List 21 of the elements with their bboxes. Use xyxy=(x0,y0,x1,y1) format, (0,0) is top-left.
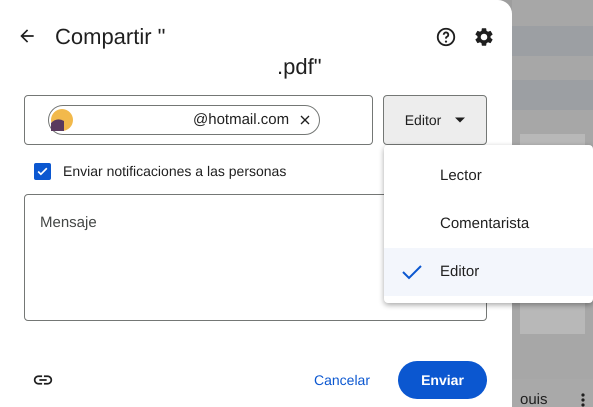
dialog-title: .pdf" xyxy=(277,53,323,81)
notify-label: Enviar notificaciones a las personas xyxy=(63,162,286,181)
role-dropdown[interactable]: Editor xyxy=(383,95,487,145)
role-menu-item[interactable]: Editor xyxy=(384,248,593,296)
checkmark-icon xyxy=(36,165,49,178)
send-button[interactable]: Enviar xyxy=(398,361,487,399)
dropdown-caret-icon xyxy=(455,117,466,123)
role-menu-item[interactable]: Comentarista xyxy=(384,200,593,248)
settings-icon[interactable] xyxy=(473,26,495,48)
notify-checkbox[interactable] xyxy=(34,163,51,180)
checkmark-icon xyxy=(402,264,422,280)
email-address: @hotmail.com xyxy=(193,110,290,130)
role-menu-item[interactable]: Lector xyxy=(384,152,593,200)
cancel-button[interactable]: Cancelar xyxy=(302,361,382,399)
more-icon[interactable] xyxy=(581,393,585,407)
help-icon[interactable] xyxy=(435,26,457,48)
file-name: ouis xyxy=(520,393,548,407)
avatar xyxy=(51,109,73,131)
recipient-chip[interactable]: @hotmail.com xyxy=(48,105,320,135)
recipient-field[interactable]: @hotmail.com xyxy=(24,95,373,145)
dialog-title: Compartir " xyxy=(55,23,166,51)
